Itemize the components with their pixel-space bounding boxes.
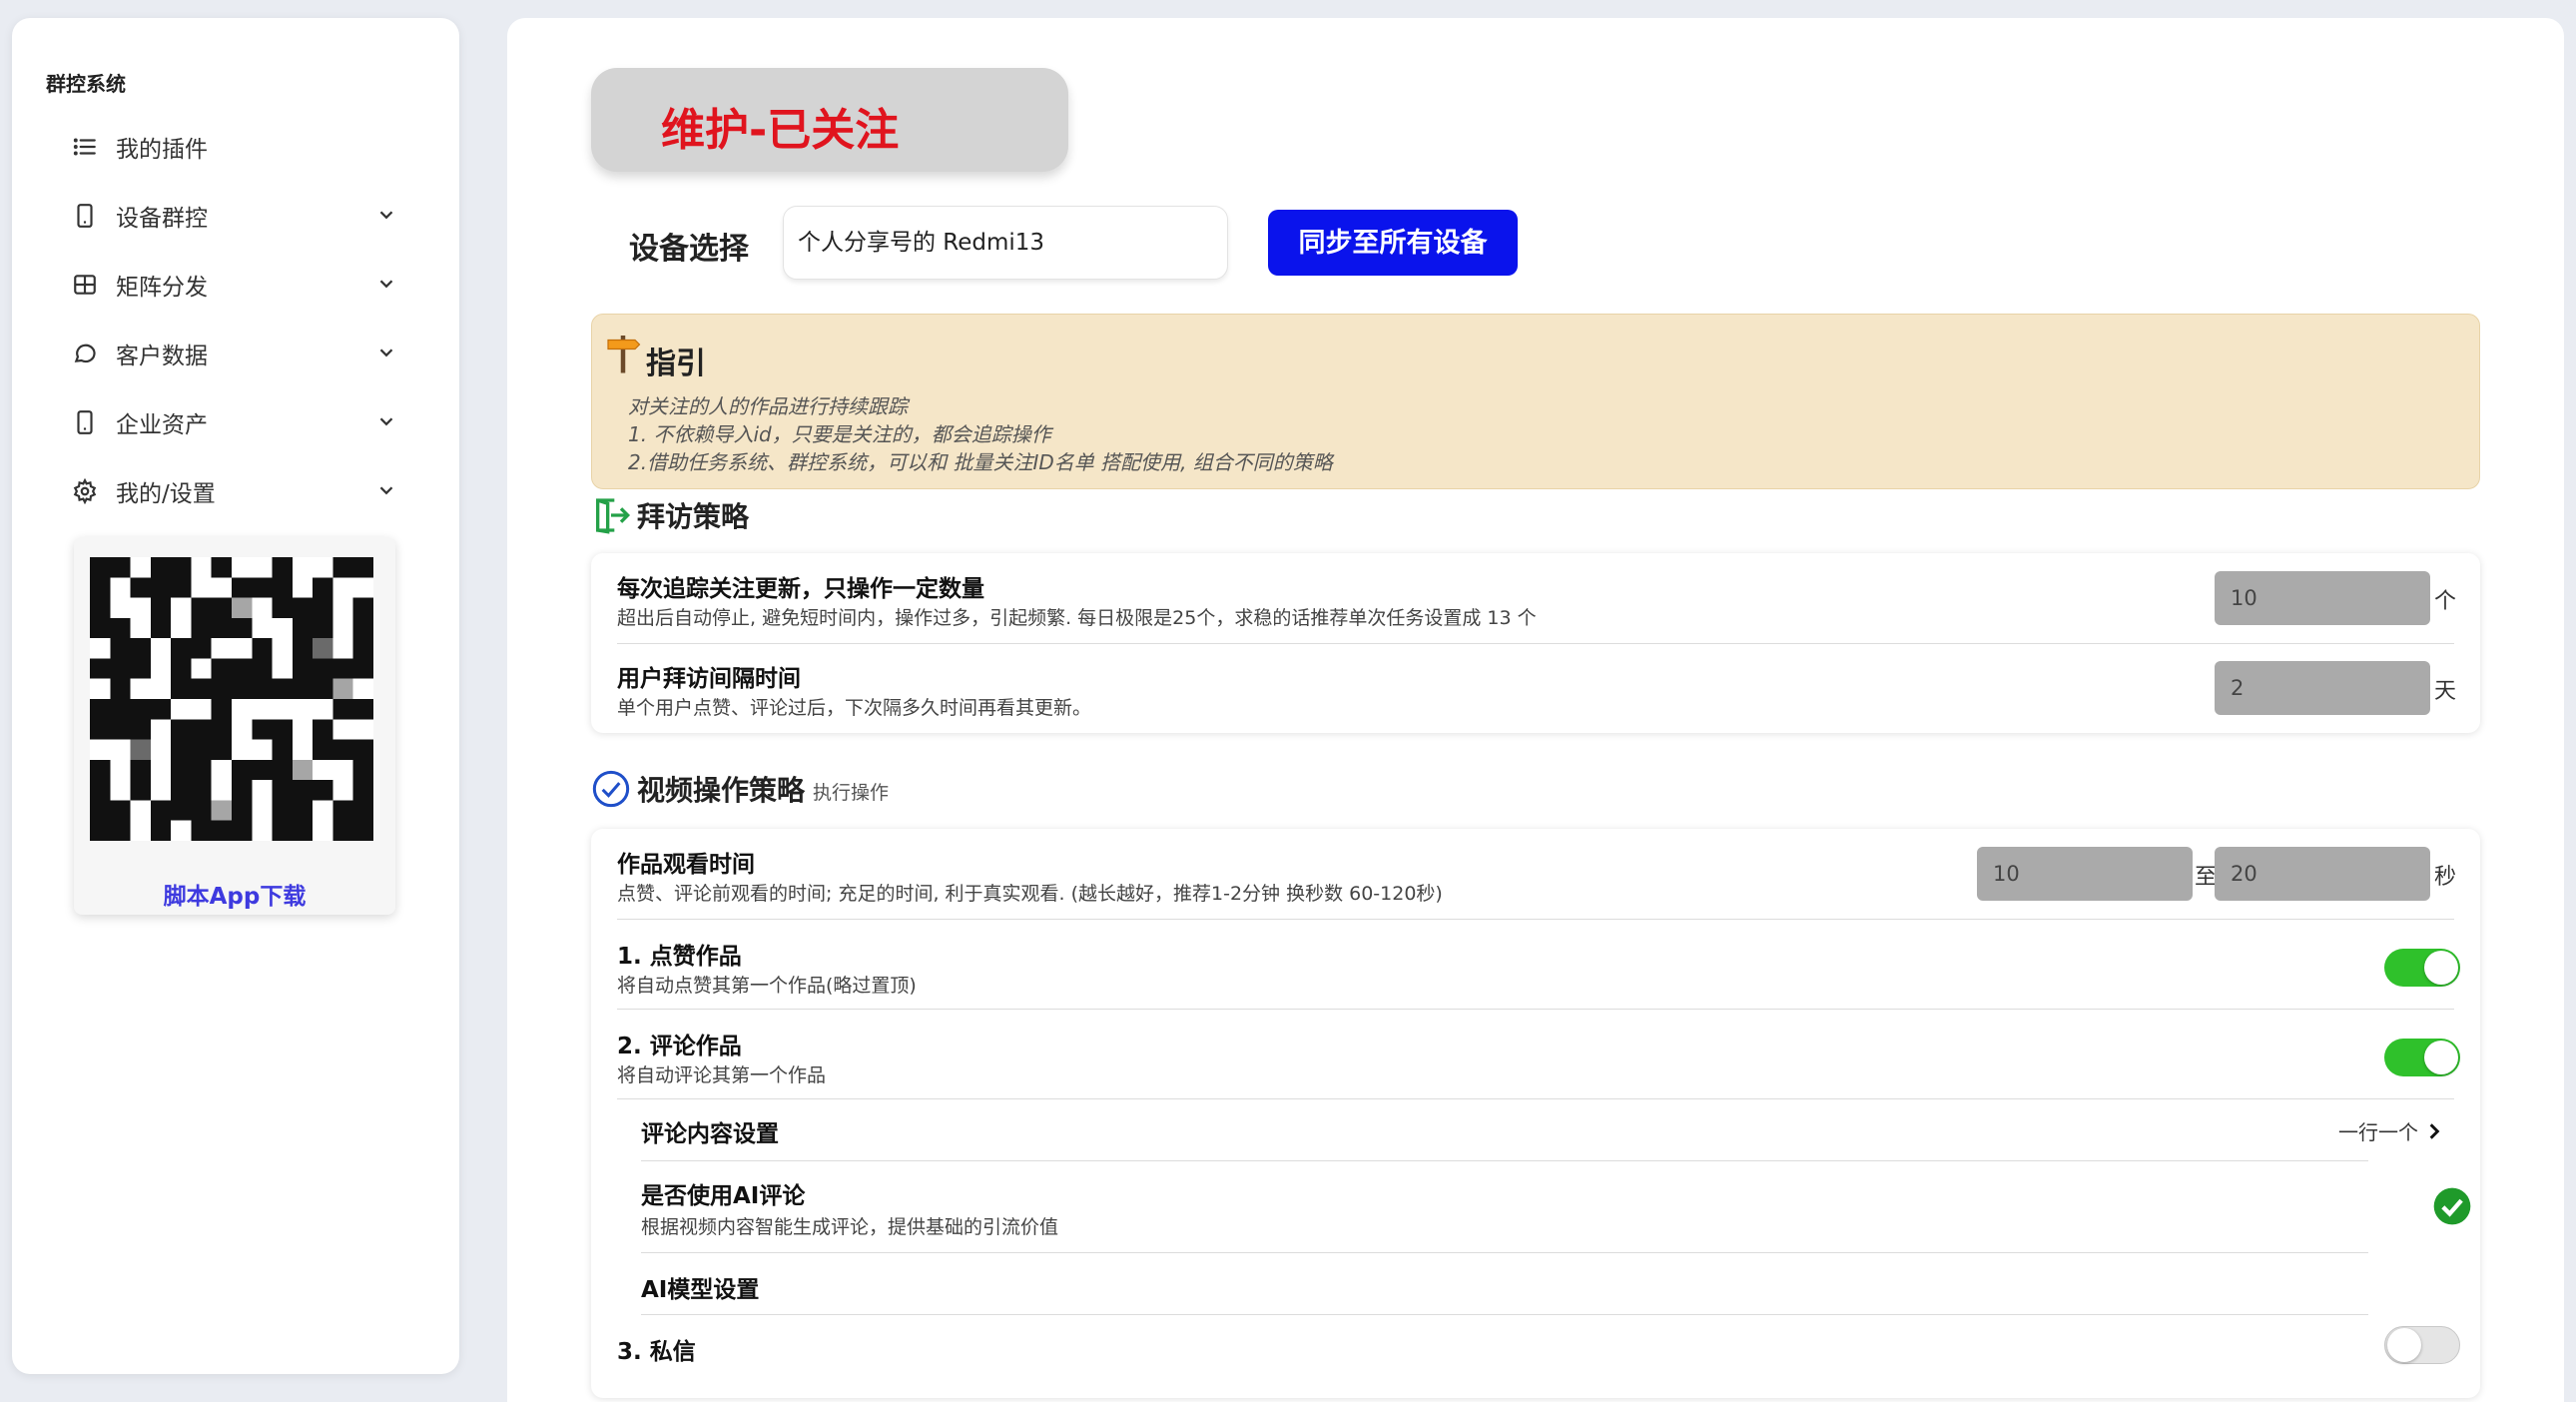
guide-title: 指引 xyxy=(646,347,706,381)
page-title: 维护-已关注 xyxy=(661,105,900,156)
sidebar-item-assets[interactable]: 企业资产 xyxy=(12,387,459,456)
brand-title: 群控系统 xyxy=(46,72,126,96)
device-select-label: 设备选择 xyxy=(629,232,749,267)
guide-panel: 指引 对关注的人的作品进行持续跟踪 1. 不依赖导入id，只要是关注的，都会追踪… xyxy=(591,314,2480,489)
sidebar-item-matrix[interactable]: 矩阵分发 xyxy=(12,250,459,319)
sidebar-item-label: 我的/设置 xyxy=(116,480,216,507)
video-strategy-title: 视频操作策略 xyxy=(637,774,806,807)
sidebar-item-customer-data[interactable]: 客户数据 xyxy=(12,319,459,387)
unit-label: 个 xyxy=(2434,589,2457,614)
setting-title: 评论内容设置 xyxy=(641,1121,779,1147)
toggle-knob xyxy=(2424,1041,2458,1074)
setting-title: 作品观看时间 xyxy=(617,852,755,878)
setting-desc: 根据视频内容智能生成评论，提供基础的引流价值 xyxy=(641,1216,1059,1238)
chevron-down-icon xyxy=(379,211,393,220)
setting-row: 2. 评论作品 将自动评论其第一个作品 xyxy=(591,1009,2480,1098)
sidebar-item-device-control[interactable]: 设备群控 xyxy=(12,181,459,250)
chevron-down-icon xyxy=(379,280,393,289)
setting-row: 每次追踪关注更新，只操作一定数量 超出后自动停止, 避免短时间内，操作过多，引起… xyxy=(591,553,2480,643)
setting-row: 1. 点赞作品 将自动点赞其第一个作品(略过置顶) xyxy=(591,919,2480,1009)
guide-line: 2.借助任务系统、群控系统，可以和 批量关注ID名单 搭配使用, 组合不同的策略 xyxy=(628,450,1333,474)
setting-title: 用户拜访间隔时间 xyxy=(617,666,801,692)
setting-title: 1. 点赞作品 xyxy=(617,944,742,970)
sidebar-item-label: 客户数据 xyxy=(116,343,208,369)
chevron-right-icon xyxy=(2429,1123,2440,1139)
ai-comment-checkbox[interactable] xyxy=(2432,1186,2472,1226)
phone-icon xyxy=(70,407,100,437)
sidebar-item-settings[interactable]: 我的/设置 xyxy=(12,456,459,525)
sidebar-item-plugins[interactable]: 我的插件 xyxy=(12,112,459,181)
unit-label: 天 xyxy=(2434,679,2457,704)
like-toggle[interactable] xyxy=(2384,949,2460,987)
daily-limit-input[interactable]: 10 xyxy=(2215,571,2430,625)
comment-toggle[interactable] xyxy=(2384,1039,2460,1076)
sidebar-nav: 我的插件 设备群控 矩阵分发 客户数据 企业资产 我的/设置 xyxy=(12,112,459,525)
setting-title: AI模型设置 xyxy=(641,1277,760,1303)
check-circle-icon xyxy=(592,770,630,808)
setting-title: 2. 评论作品 xyxy=(617,1034,742,1059)
sidebar: 群控系统 我的插件 设备群控 矩阵分发 客户数据 企业资产 我的/设置 脚本Ap… xyxy=(12,18,459,1374)
direct-message-toggle[interactable] xyxy=(2384,1326,2460,1364)
main-panel: 维护-已关注 设备选择 个人分享号的 Redmi13 同步至所有设备 指引 对关… xyxy=(507,18,2564,1402)
toggle-knob xyxy=(2424,951,2458,985)
signpost-icon xyxy=(607,336,641,373)
app-download-card[interactable]: 脚本App下载 xyxy=(74,537,395,915)
setting-title: 每次追踪关注更新，只操作一定数量 xyxy=(617,576,984,602)
sidebar-item-label: 企业资产 xyxy=(116,411,208,438)
setting-row: 作品观看时间 点赞、评论前观看的时间; 充足的时间, 利于真实观看. (越长越好… xyxy=(591,829,2480,919)
watch-time-min-input[interactable]: 10 xyxy=(1977,847,2193,901)
comment-content-hint: 一行一个 xyxy=(2338,1120,2418,1144)
grid-icon xyxy=(70,270,100,300)
sync-all-devices-button[interactable]: 同步至所有设备 xyxy=(1268,210,1518,276)
visit-strategy-header: 拜访策略 xyxy=(591,495,749,535)
setting-desc: 将自动点赞其第一个作品(略过置顶) xyxy=(617,975,917,997)
video-strategy-header: 视频操作策略 执行操作 xyxy=(591,769,889,809)
setting-row: 3. 私信 xyxy=(591,1314,2480,1376)
setting-desc: 将自动评论其第一个作品 xyxy=(617,1064,827,1086)
visit-strategy-card: 每次追踪关注更新，只操作一定数量 超出后自动停止, 避免短时间内，操作过多，引起… xyxy=(591,553,2480,733)
exit-door-icon xyxy=(596,498,631,534)
chevron-down-icon xyxy=(379,349,393,357)
comment-content-row[interactable]: 评论内容设置 一行一个 xyxy=(591,1098,2480,1160)
setting-row: 用户拜访间隔时间 单个用户点赞、评论过后，下次隔多久时间再看其更新。 2 天 xyxy=(591,643,2480,733)
guide-line: 对关注的人的作品进行持续跟踪 xyxy=(628,394,908,418)
setting-desc: 超出后自动停止, 避免短时间内，操作过多，引起频繁. 每日极限是25个，求稳的话… xyxy=(617,607,1537,629)
ai-comment-row: 是否使用AI评论 根据视频内容智能生成评论，提供基础的引流价值 xyxy=(591,1160,2480,1252)
setting-title: 3. 私信 xyxy=(617,1339,696,1365)
sidebar-item-label: 矩阵分发 xyxy=(116,274,208,301)
chevron-down-icon xyxy=(379,486,393,495)
chevron-down-icon xyxy=(379,417,393,426)
unit-label: 秒 xyxy=(2434,865,2457,890)
video-strategy-card: 作品观看时间 点赞、评论前观看的时间; 充足的时间, 利于真实观看. (越长越好… xyxy=(591,829,2480,1398)
setting-title: 是否使用AI评论 xyxy=(641,1183,806,1209)
app-download-link[interactable]: 脚本App下载 xyxy=(74,877,395,911)
ai-model-row[interactable]: AI模型设置 xyxy=(591,1252,2480,1314)
setting-desc: 单个用户点赞、评论过后，下次隔多久时间再看其更新。 xyxy=(617,697,1092,719)
video-strategy-subtitle: 执行操作 xyxy=(813,781,890,804)
guide-line: 1. 不依赖导入id，只要是关注的，都会追踪操作 xyxy=(628,422,1051,446)
sidebar-item-label: 设备群控 xyxy=(116,205,208,232)
qr-code-image xyxy=(90,557,373,841)
setting-desc: 点赞、评论前观看的时间; 充足的时间, 利于真实观看. (越长越好，推荐1-2分… xyxy=(617,883,1443,905)
visit-interval-input[interactable]: 2 xyxy=(2215,661,2430,715)
range-separator: 至 xyxy=(2195,865,2218,890)
device-select[interactable]: 个人分享号的 Redmi13 xyxy=(783,206,1228,280)
chat-bubble-icon xyxy=(70,339,100,368)
phone-icon xyxy=(70,201,100,231)
sidebar-item-label: 我的插件 xyxy=(116,136,208,163)
watch-time-max-input[interactable]: 20 xyxy=(2215,847,2430,901)
list-icon xyxy=(70,132,100,162)
gear-icon xyxy=(70,476,100,506)
toggle-knob xyxy=(2387,1328,2421,1362)
visit-strategy-title: 拜访策略 xyxy=(637,500,750,533)
page-title-banner: 维护-已关注 xyxy=(591,68,1068,172)
